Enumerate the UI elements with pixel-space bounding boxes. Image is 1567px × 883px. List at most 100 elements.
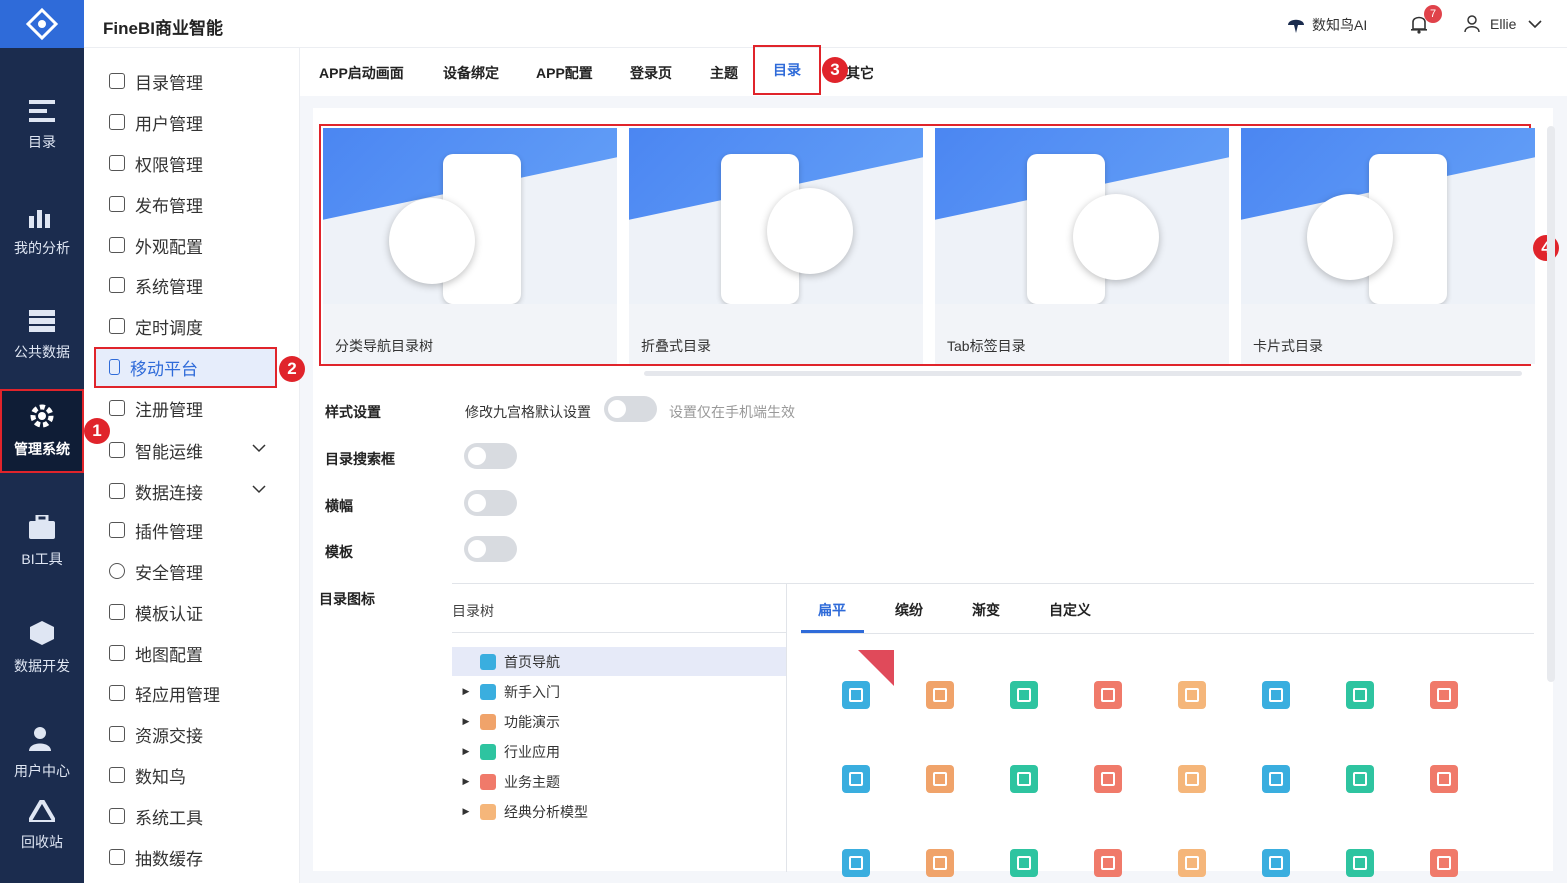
sidebar-item-mobile-platform[interactable]: 移动平台 xyxy=(109,352,198,382)
vertical-scrollbar[interactable] xyxy=(1547,126,1555,682)
catalog-icon-option[interactable] xyxy=(1262,765,1290,793)
marker-3: 3 xyxy=(822,57,848,83)
rail-my-analysis[interactable]: 我的分析 xyxy=(0,190,84,274)
catalog-icon-option[interactable] xyxy=(1010,681,1038,709)
catalog-icon-option[interactable] xyxy=(1094,681,1122,709)
catalog-icon-option[interactable] xyxy=(1262,681,1290,709)
sidebar-item-data-connection[interactable]: 数据连接 xyxy=(109,476,269,506)
rail-admin-system[interactable]: 管理系统 xyxy=(0,389,84,473)
search-box-toggle[interactable] xyxy=(464,443,517,469)
tab-login-page[interactable]: 登录页 xyxy=(630,63,672,83)
logo-icon[interactable] xyxy=(0,0,84,48)
user-menu[interactable]: Ellie xyxy=(1464,15,1543,33)
rail-label: 管理系统 xyxy=(14,441,70,457)
card-tab-label[interactable]: Tab标签目录 xyxy=(935,128,1229,364)
sidebar-item-map-config[interactable]: 地图配置 xyxy=(109,638,203,668)
tab-theme[interactable]: 主题 xyxy=(710,63,738,83)
ai-assistant-button[interactable]: 数知鸟AI xyxy=(1286,15,1367,35)
tree-node[interactable]: ▶ 经典分析模型 xyxy=(452,797,786,826)
catalog-icon-option[interactable] xyxy=(1178,681,1206,709)
sidebar-item-handover[interactable]: 资源交接 xyxy=(109,719,203,749)
sidebar-item-publish[interactable]: 发布管理 xyxy=(109,189,203,219)
tree-node-label: 业务主题 xyxy=(504,773,560,790)
catalog-icon-option[interactable] xyxy=(1262,849,1290,877)
rail-recycle-bin[interactable]: 回收站 xyxy=(0,784,84,868)
expand-arrow-icon[interactable]: ▶ xyxy=(452,686,480,697)
banner-toggle[interactable] xyxy=(464,490,517,516)
sidebar-item-users[interactable]: 用户管理 xyxy=(109,107,203,137)
catalog-icon-option[interactable] xyxy=(926,681,954,709)
sidebar-item-label: 注册管理 xyxy=(135,400,203,420)
catalog-icon-option[interactable] xyxy=(926,849,954,877)
catalog-icon-option[interactable] xyxy=(842,765,870,793)
sidebar-item-light-app[interactable]: 轻应用管理 xyxy=(109,678,220,708)
catalog-icon-option[interactable] xyxy=(1010,849,1038,877)
user-icon xyxy=(109,114,125,130)
catalog-icon-option[interactable] xyxy=(1094,849,1122,877)
tree-node[interactable]: ▶ 功能演示 xyxy=(452,707,786,736)
catalog-icon-option[interactable] xyxy=(926,765,954,793)
style-tab-colorful[interactable]: 缤纷 xyxy=(895,600,923,620)
tree-node-label: 首页导航 xyxy=(504,653,560,670)
catalog-icon-option[interactable] xyxy=(1430,681,1458,709)
catalog-icon-option[interactable] xyxy=(1178,765,1206,793)
tree-node[interactable]: ▶ 业务主题 xyxy=(452,767,786,796)
tree-node[interactable]: ▶ 新手入门 xyxy=(452,677,786,706)
rail-public-data[interactable]: 公共数据 xyxy=(0,294,84,378)
expand-arrow-icon[interactable]: ▶ xyxy=(452,716,480,727)
style-tab-custom[interactable]: 自定义 xyxy=(1049,600,1091,620)
tree-node[interactable]: ▶ 行业应用 xyxy=(452,737,786,766)
sidebar-item-catalog[interactable]: 目录管理 xyxy=(109,66,203,96)
tab-device-binding[interactable]: 设备绑定 xyxy=(443,63,499,83)
sidebar-item-plugins[interactable]: 插件管理 xyxy=(109,515,203,545)
sidebar-item-security[interactable]: 安全管理 xyxy=(109,556,203,586)
sidebar-item-system-tools[interactable]: 系统工具 xyxy=(109,801,203,831)
catalog-icon-option[interactable] xyxy=(1346,849,1374,877)
tab-other[interactable]: 其它 xyxy=(846,63,874,83)
sidebar-item-label: 资源交接 xyxy=(135,726,203,746)
catalog-icon-option[interactable] xyxy=(1430,849,1458,877)
horizontal-scrollbar[interactable] xyxy=(644,371,1522,376)
rail-catalog[interactable]: 目录 xyxy=(0,84,84,168)
sidebar-item-schedule[interactable]: 定时调度 xyxy=(109,311,203,341)
style-tab-flat[interactable]: 扁平 xyxy=(818,600,846,620)
sidebar-item-label: 轻应用管理 xyxy=(135,685,220,705)
tab-app-splash[interactable]: APP启动画面 xyxy=(319,63,404,83)
card-collapsible[interactable]: 折叠式目录 xyxy=(629,128,923,364)
catalog-icon-option[interactable] xyxy=(1178,849,1206,877)
chevron-down-icon xyxy=(252,444,266,453)
sidebar-item-label: 外观配置 xyxy=(135,237,203,257)
user-name: Ellie xyxy=(1490,16,1517,32)
expand-arrow-icon[interactable]: ▶ xyxy=(452,746,480,757)
catalog-icon-option[interactable] xyxy=(842,849,870,877)
sidebar-item-appearance[interactable]: 外观配置 xyxy=(109,230,203,260)
expand-arrow-icon[interactable]: ▶ xyxy=(452,806,480,817)
catalog-icon-option[interactable] xyxy=(1346,681,1374,709)
style-tab-gradient[interactable]: 渐变 xyxy=(972,600,1000,620)
tab-app-config[interactable]: APP配置 xyxy=(536,63,593,83)
sidebar-item-extract-cache[interactable]: 抽数缓存 xyxy=(109,842,203,872)
sidebar-item-registration[interactable]: 注册管理 xyxy=(109,393,203,423)
grid-default-toggle[interactable] xyxy=(604,396,657,422)
preview-image xyxy=(1241,128,1535,304)
rail-bi-tools[interactable]: BI工具 xyxy=(0,500,84,584)
catalog-icon-option[interactable] xyxy=(1430,765,1458,793)
catalog-icon-option[interactable] xyxy=(1346,765,1374,793)
sidebar-item-system[interactable]: 系统管理 xyxy=(109,270,203,300)
sidebar-item-smart-ops[interactable]: 智能运维 xyxy=(109,435,269,465)
card-category-tree[interactable]: 分类导航目录树 xyxy=(323,128,617,364)
tab-catalog[interactable]: 目录 xyxy=(753,45,821,95)
card-card-style[interactable]: 卡片式目录 xyxy=(1241,128,1535,364)
sidebar-item-permissions[interactable]: 权限管理 xyxy=(109,148,203,178)
expand-arrow-icon[interactable]: ▶ xyxy=(452,776,480,787)
template-toggle[interactable] xyxy=(464,536,517,562)
catalog-icon-option[interactable] xyxy=(842,681,870,709)
sidebar-item-shuzhiniao[interactable]: 数知鸟 xyxy=(109,760,186,790)
sidebar-item-template-cert[interactable]: 模板认证 xyxy=(109,597,203,627)
rail-data-dev[interactable]: 数据开发 xyxy=(0,606,84,690)
catalog-icon-option[interactable] xyxy=(1094,765,1122,793)
document-icon xyxy=(480,773,496,790)
catalog-icon-option[interactable] xyxy=(1010,765,1038,793)
tree-node[interactable]: 首页导航 xyxy=(452,647,786,676)
card-label: 卡片式目录 xyxy=(1253,338,1323,354)
